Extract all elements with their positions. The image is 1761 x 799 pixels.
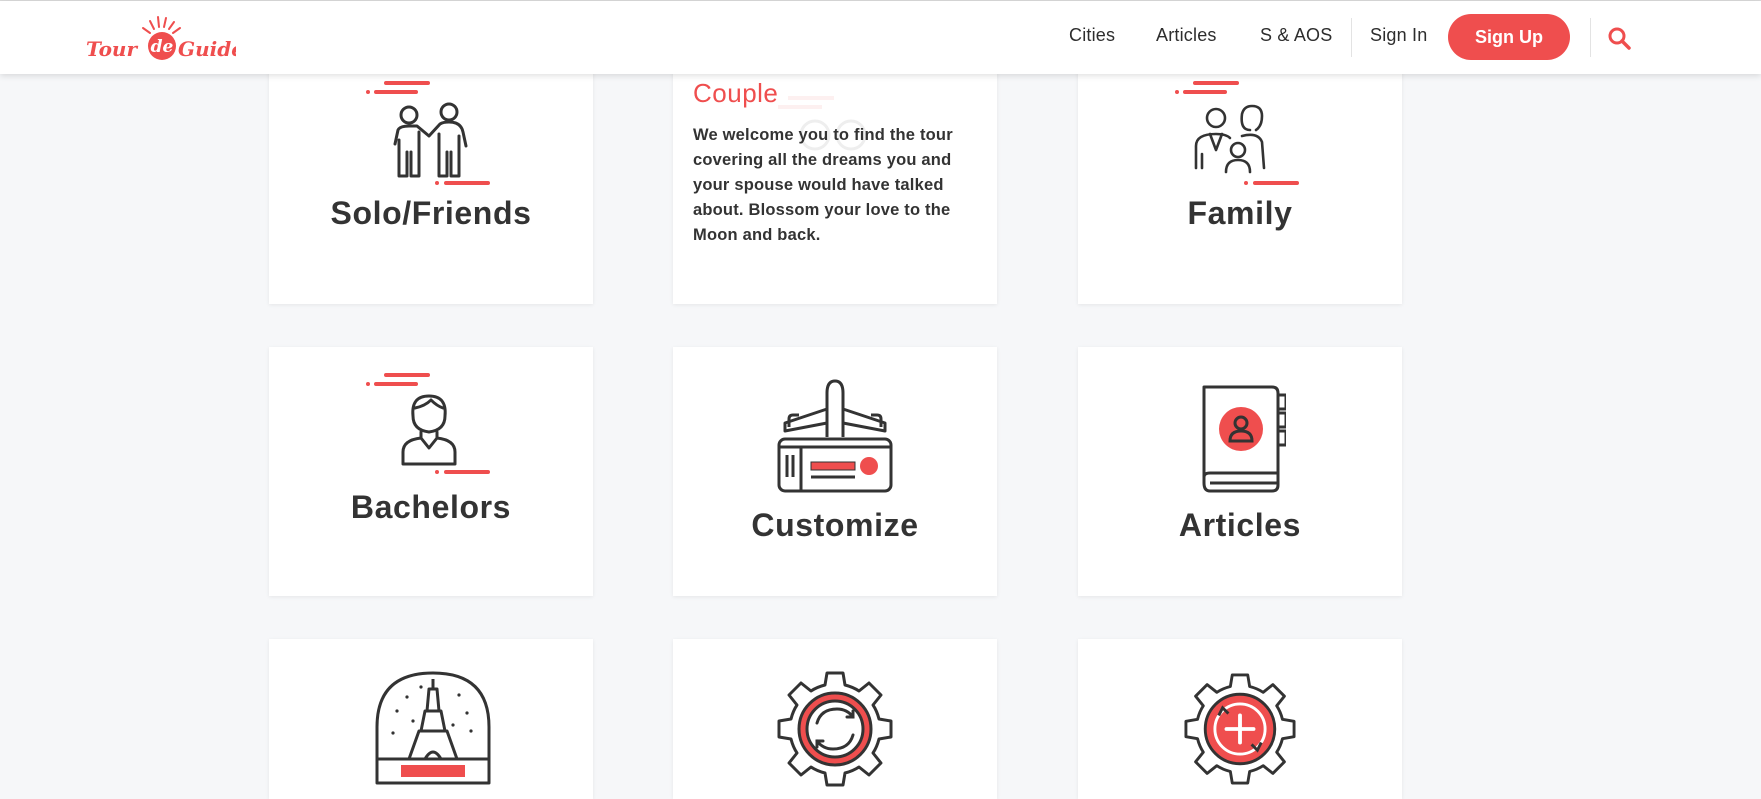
card-add[interactable]: [1078, 639, 1402, 799]
card-title: Couple: [693, 78, 779, 108]
gear-refresh-icon: [777, 671, 893, 787]
card-customize[interactable]: Customize: [673, 347, 997, 596]
eiffel-snow-globe-icon: [375, 671, 491, 785]
card-title: Articles: [1178, 507, 1302, 543]
card-paris[interactable]: [269, 639, 593, 799]
tour-de-guide-logo[interactable]: de Tour Guide: [86, 9, 236, 69]
nav-articles[interactable]: Articles: [1156, 25, 1217, 46]
card-family[interactable]: Family: [1078, 45, 1402, 304]
address-book-icon: [1202, 385, 1286, 493]
search-icon[interactable]: [1607, 26, 1631, 50]
svg-text:Guide: Guide: [178, 37, 236, 61]
card-title: Customize: [751, 507, 919, 543]
card-title: Bachelors: [350, 489, 512, 525]
bachelor-icon: [366, 373, 490, 474]
site-header: de Tour Guide Cities Articles S & AOS Si…: [0, 1, 1761, 74]
airplane-ticket-icon: [777, 379, 893, 493]
card-articles[interactable]: Articles: [1078, 347, 1402, 596]
card-title: Solo/Friends: [330, 195, 532, 231]
nav-cities[interactable]: Cities: [1069, 25, 1115, 46]
nav-divider: [1351, 18, 1352, 57]
card-title: Family: [1187, 195, 1293, 231]
card-couple[interactable]: Couple We welcome you to find the tour c…: [673, 45, 997, 304]
svg-text:de: de: [151, 37, 174, 57]
card-description: We welcome you to find the tour covering…: [693, 126, 953, 244]
family-icon: [1175, 81, 1299, 185]
nav-divider: [1590, 18, 1591, 57]
svg-text:Tour: Tour: [86, 37, 138, 61]
sign-up-button[interactable]: Sign Up: [1448, 14, 1570, 60]
card-bachelors[interactable]: Bachelors: [269, 347, 593, 596]
friends-icon: [366, 81, 490, 185]
gear-plus-icon: [1184, 673, 1296, 785]
card-solo-friends[interactable]: Solo/Friends: [269, 45, 593, 304]
card-refresh[interactable]: [673, 639, 997, 799]
nav-s-aos[interactable]: S & AOS: [1260, 25, 1332, 46]
nav-sign-in[interactable]: Sign In: [1370, 25, 1427, 46]
